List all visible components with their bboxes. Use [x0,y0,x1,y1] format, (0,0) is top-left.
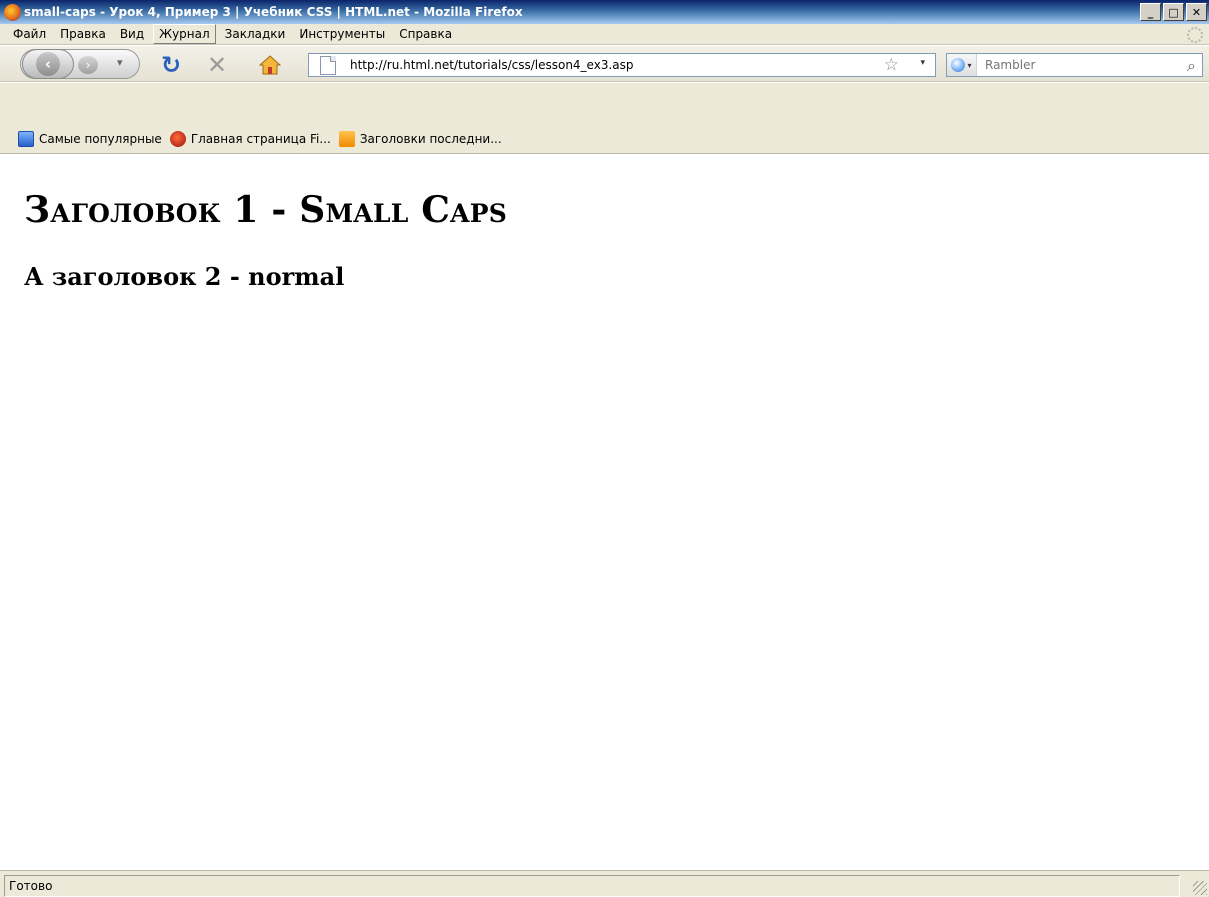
page-icon [320,55,336,75]
stop-button[interactable]: ✕ [204,51,230,79]
window-titlebar[interactable]: small-caps - Урок 4, Пример 3 | Учебник … [0,0,1209,24]
throbber-icon [1187,27,1203,43]
history-dropdown-icon[interactable]: ▾ [117,56,123,69]
menu-help[interactable]: Справка [394,25,457,43]
resize-grip-icon[interactable] [1193,881,1207,895]
popular-icon [18,131,34,147]
window-controls: _ □ ✕ [1140,3,1207,21]
status-bar: Готово [0,870,1209,897]
bookmarks-list: Самые популярные Главная страница Fi... … [18,131,510,147]
close-button[interactable]: ✕ [1186,3,1207,21]
search-engine-icon [951,58,966,72]
maximize-button[interactable]: □ [1163,3,1184,21]
minimize-button[interactable]: _ [1140,3,1161,21]
menu-bar: Файл Правка Вид Журнал Закладки Инструме… [0,24,1209,45]
search-engine-button[interactable]: ▾ [947,54,977,76]
rss-icon [338,131,355,147]
menu-history[interactable]: Журнал [153,24,216,44]
bookmark-label: Самые популярные [39,132,162,146]
page-content: Заголовок 1 - Small Caps А заголовок 2 -… [0,155,1209,870]
firefox-icon [169,131,186,147]
menu-bookmarks[interactable]: Закладки [220,25,291,43]
reload-button[interactable]: ↻ [158,51,184,79]
search-icon[interactable]: ⌕ [1187,56,1196,76]
bookmark-label: Заголовки последни... [359,132,502,146]
status-text: Готово [4,874,1180,897]
engine-dropdown-icon: ▾ [967,60,972,70]
home-button[interactable] [257,52,283,78]
page-heading-2: А заголовок 2 - normal [24,262,345,291]
back-button[interactable]: ‹ [22,49,74,79]
bookmark-star-icon[interactable]: ☆ [884,55,899,75]
menu-view[interactable]: Вид [115,25,149,43]
menu-edit[interactable]: Правка [55,25,111,43]
menu-file[interactable]: Файл [8,25,51,43]
bookmark-label: Главная страница Fi... [190,132,331,146]
page-heading-1: Заголовок 1 - Small Caps [24,189,507,231]
bookmark-popular[interactable]: Самые популярные [18,131,162,147]
address-bar[interactable]: ☆ ▾ [308,53,936,77]
navigation-toolbar: ‹ › ▾ ↻ ✕ ☆ ▾ ▾ ⌕ [0,46,1209,82]
search-input[interactable] [985,55,1165,75]
bookmark-firefox-home[interactable]: Главная страница Fi... [169,131,331,147]
forward-button[interactable]: › [78,56,98,74]
url-input[interactable] [350,55,870,75]
window-title: small-caps - Урок 4, Пример 3 | Учебник … [24,5,523,19]
bookmark-headlines[interactable]: Заголовки последни... [338,131,502,147]
url-dropdown-icon[interactable]: ▾ [920,58,925,68]
back-arrow-icon: ‹ [36,52,60,76]
menu-tools[interactable]: Инструменты [294,25,390,43]
home-icon [259,55,281,75]
search-bar[interactable]: ▾ ⌕ [946,53,1203,77]
firefox-app-icon[interactable] [4,3,21,21]
